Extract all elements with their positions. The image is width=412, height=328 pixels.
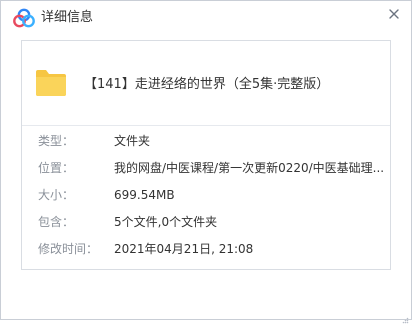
contains-label: 包含： (38, 215, 75, 229)
location-label: 位置： (38, 161, 75, 175)
type-label: 类型： (38, 134, 75, 148)
file-name: 【141】走进经络的世界（全5集·完整版） (84, 77, 330, 92)
details-panel: 【141】走进经络的世界（全5集·完整版） 类型： 文件夹 位置： 我的网盘/中… (21, 40, 391, 270)
baidu-netdisk-logo-icon (13, 8, 35, 28)
info-row-type: 类型： 文件夹 (22, 132, 390, 150)
info-row-location: 位置： 我的网盘/中医课程/第一次更新0220/中医基础理... (22, 159, 390, 177)
dialog-titlebar[interactable]: 详细信息 (1, 1, 411, 35)
type-value: 文件夹 (114, 134, 151, 148)
contains-value: 5个文件,0个文件夹 (114, 215, 218, 229)
info-row-contains: 包含： 5个文件,0个文件夹 (22, 213, 390, 231)
location-value[interactable]: 我的网盘/中医课程/第一次更新0220/中医基础理... (114, 159, 386, 177)
close-icon[interactable] (384, 4, 404, 24)
details-dialog: 详细信息 【141】走进经络的世界（全5集·完整版） 类型： 文件夹 位置： 我… (0, 0, 412, 324)
size-label: 大小： (38, 188, 75, 202)
modified-time-label: 修改时间： (38, 242, 99, 256)
file-header: 【141】走进经络的世界（全5集·完整版） (22, 41, 390, 125)
dialog-title: 详细信息 (41, 10, 94, 25)
folder-icon (34, 67, 68, 99)
info-row-size: 大小： 699.54MB (22, 186, 390, 204)
header-divider (22, 125, 390, 126)
resize-grip-icon[interactable] (401, 309, 409, 324)
info-row-modified: 修改时间： 2021年04月21日, 21:08 (22, 240, 390, 258)
size-value: 699.54MB (114, 188, 175, 202)
modified-time-value: 2021年04月21日, 21:08 (114, 242, 254, 256)
close-button[interactable] (384, 4, 404, 24)
